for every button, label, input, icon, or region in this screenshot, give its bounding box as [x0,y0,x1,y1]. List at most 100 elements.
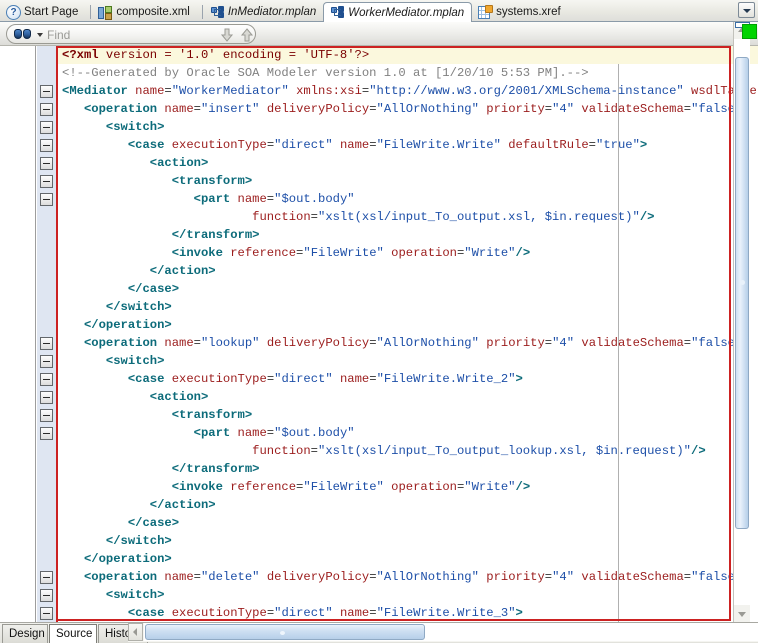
code-token: "$out.body" [274,426,355,440]
code-line[interactable]: </switch> [58,532,758,550]
code-token: <case [62,372,165,386]
code-token: = [310,444,318,458]
code-line[interactable]: <action> [58,388,758,406]
fold-toggle-icon[interactable] [40,355,53,368]
code-line[interactable]: <Mediator name="WorkerMediator" xmlns:xs… [58,82,758,100]
code-line[interactable]: <invoke reference="FileWrite" operation=… [58,478,758,496]
code-token: <operation [62,570,158,584]
code-token: name [127,84,165,98]
fold-toggle-icon[interactable] [40,85,53,98]
vertical-scroll-thumb[interactable] [735,57,749,529]
code-token: <transform> [62,408,253,422]
code-token: = [369,570,377,584]
code-token: <action> [62,390,209,404]
code-line[interactable]: </action> [58,496,758,514]
horizontal-scrollbar[interactable] [128,623,758,642]
code-line[interactable]: <operation name="delete" deliveryPolicy=… [58,568,758,586]
fold-toggle-icon[interactable] [40,193,53,206]
code-line[interactable]: </case> [58,514,758,532]
chevron-down-icon[interactable] [37,33,43,37]
code-token: "insert" [200,102,260,116]
fold-toggle-icon[interactable] [40,409,53,422]
code-token: function [62,210,311,224]
code-line[interactable]: <?xml version = '1.0' encoding = 'UTF-8'… [58,46,758,64]
code-line[interactable]: <transform> [58,406,758,424]
code-line[interactable]: <action> [58,154,758,172]
code-token: deliveryPolicy [259,570,370,584]
composite-icon [97,5,113,20]
chevron-down-icon[interactable] [738,2,755,18]
search-input[interactable]: Find [47,27,227,43]
code-viewport[interactable]: <?xml version = '1.0' encoding = 'UTF-8'… [58,46,758,622]
code-line[interactable]: <operation name="lookup" deliveryPolicy=… [58,334,758,352]
code-token: name [230,426,267,440]
code-line[interactable]: </transform> [58,226,758,244]
binoculars-icon[interactable] [14,28,33,41]
code-line[interactable]: </case> [58,280,758,298]
horizontal-scroll-thumb[interactable] [145,624,425,640]
tab-separator [201,5,203,19]
scroll-down-button[interactable] [734,606,750,622]
find-box[interactable]: Find [6,24,256,44]
editor-tab-inmediator-mplan[interactable]: InMediator.mplan [197,2,323,22]
code-token: reference [222,246,297,260]
code-line[interactable]: <transform> [58,172,758,190]
fold-toggle-icon[interactable] [40,589,53,602]
code-token: /> [515,480,531,494]
fold-toggle-icon[interactable] [40,103,53,116]
fold-toggle-icon[interactable] [40,157,53,170]
view-tab-source[interactable]: Source [49,624,97,643]
fold-toggle-icon[interactable] [40,175,53,188]
code-token: "xslt(xsl/input_To_output_lookup.xsl, $i… [318,444,691,458]
vertical-scroll-track[interactable] [734,39,750,605]
code-line[interactable]: <switch> [58,118,758,136]
code-line[interactable]: <case executionType="direct" name="FileW… [58,370,758,388]
fold-toggle-icon[interactable] [40,139,53,152]
fold-toggle-icon[interactable] [40,571,53,584]
fold-toggle-icon[interactable] [40,427,53,440]
code-line[interactable]: <case executionType="direct" name="FileW… [58,136,758,154]
fold-toggle-icon[interactable] [40,121,53,134]
editor-tab-composite-xml[interactable]: composite.xml [85,2,197,22]
source-editor[interactable]: <?xml version = '1.0' encoding = 'UTF-8'… [0,46,758,638]
code-line[interactable]: <case executionType="direct" name="FileW… [58,604,758,622]
scroll-left-button[interactable] [128,623,143,641]
code-folding-gutter[interactable] [37,46,93,638]
code-line[interactable]: </operation> [58,550,758,568]
view-tab-design[interactable]: Design [2,624,48,643]
code-line[interactable]: <invoke reference="FileWrite" operation=… [58,244,758,262]
code-token: = [193,102,201,116]
code-line[interactable]: </switch> [58,298,758,316]
code-token: priority [478,336,545,350]
fold-toggle-icon[interactable] [40,337,53,350]
editor-tab-start-page[interactable]: Start Page [0,2,85,22]
code-token: "FileWrite.Write_2" [376,372,516,386]
fold-toggle-icon[interactable] [40,391,53,404]
code-line[interactable]: <part name="$out.body" [58,424,758,442]
editor-tab-workermediator-mplan[interactable]: WorkerMediator.mplan [323,2,473,23]
code-line[interactable]: </action> [58,262,758,280]
xml-source-code[interactable]: <?xml version = '1.0' encoding = 'UTF-8'… [58,46,758,622]
code-line[interactable]: <switch> [58,352,758,370]
code-token: executionType [164,138,267,152]
code-line[interactable]: <operation name="insert" deliveryPolicy=… [58,100,758,118]
code-line[interactable]: function="xslt(xsl/input_To_output_looku… [58,442,758,460]
fold-toggle-icon[interactable] [40,607,53,620]
code-line[interactable]: <switch> [58,586,758,604]
code-line[interactable]: </operation> [58,316,758,334]
vertical-scrollbar[interactable] [733,22,750,622]
editor-tab-systems-xref[interactable]: systems.xref [472,2,568,22]
fold-toggle-icon[interactable] [40,373,53,386]
code-line[interactable]: function="xslt(xsl/input_To_output.xsl, … [58,208,758,226]
arrow-down-icon[interactable] [219,27,235,43]
code-token: <part [62,192,231,206]
code-line[interactable]: <part name="$out.body" [58,190,758,208]
code-token: "4" [552,102,575,116]
code-token: <action> [62,156,209,170]
code-line[interactable]: </transform> [58,460,758,478]
code-token: name [157,102,194,116]
mediator-icon [209,5,224,20]
arrow-up-icon[interactable] [239,27,255,43]
code-token: <case [62,138,165,152]
code-line[interactable]: <!--Generated by Oracle SOA Modeler vers… [58,64,758,82]
